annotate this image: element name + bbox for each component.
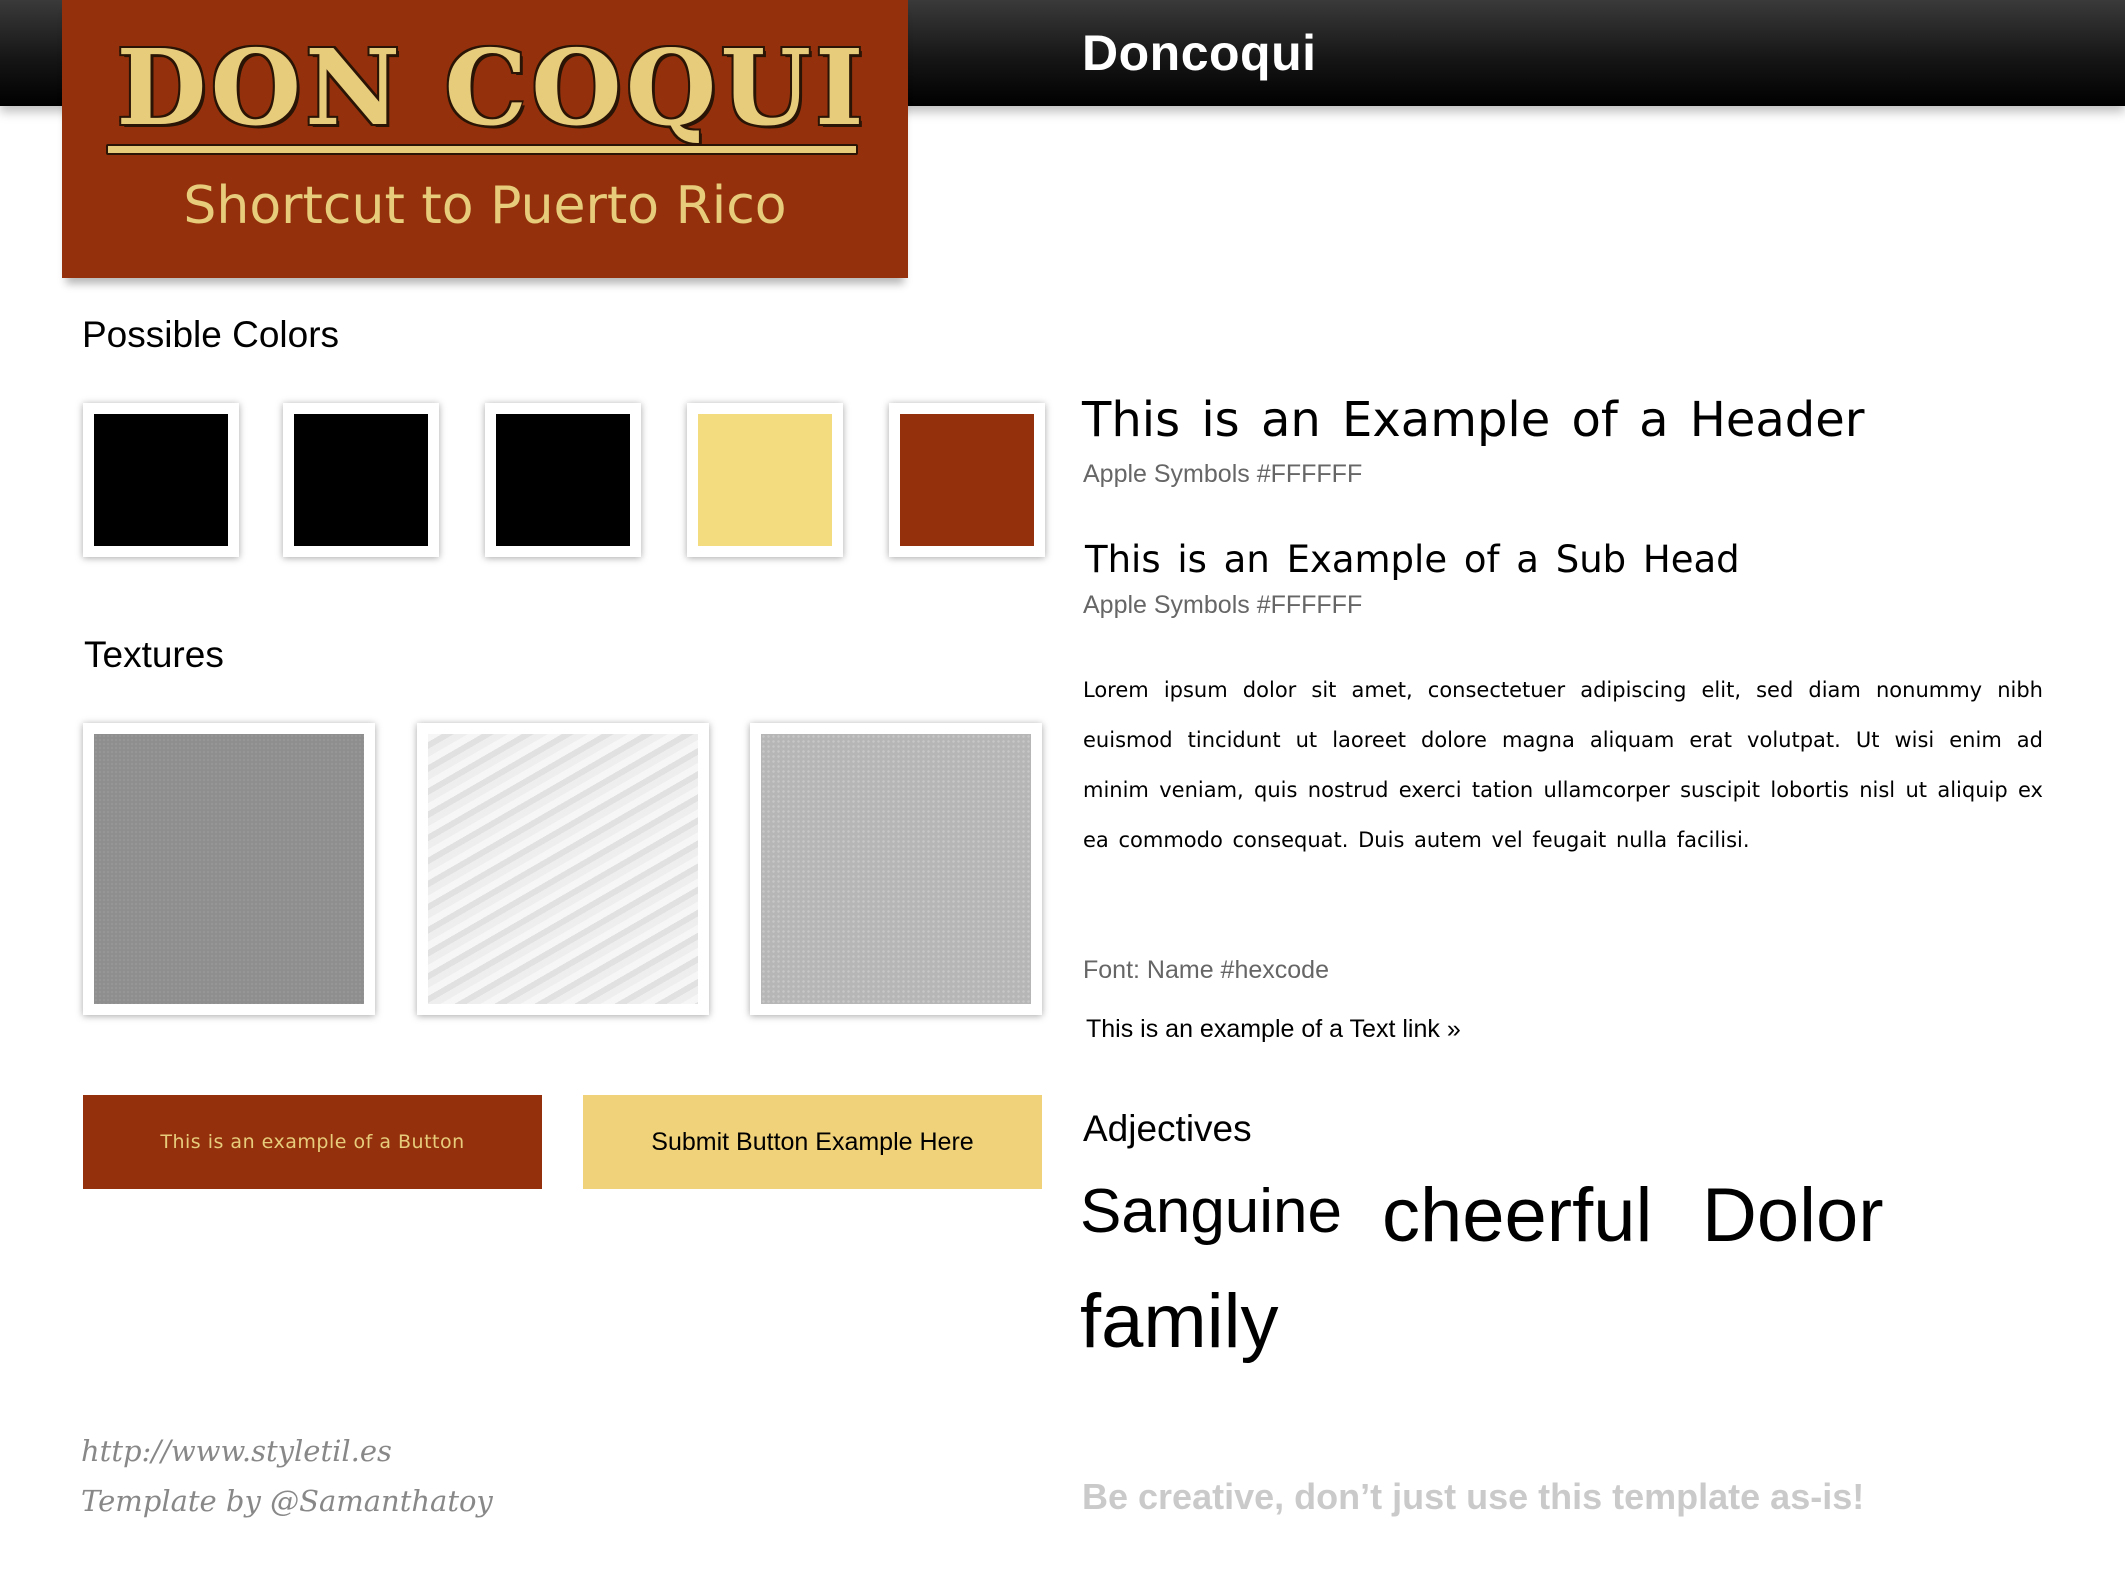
color-swatch: [889, 403, 1045, 557]
light-gray-grain-texture: [761, 734, 1031, 1004]
logo-tagline: Shortcut to Puerto Rico: [183, 176, 787, 236]
text-link-example[interactable]: This is an example of a Text link »: [1086, 1015, 1461, 1044]
light-wave-texture: [428, 734, 698, 1004]
color-swatch: [485, 403, 641, 557]
adjectives-heading: Adjectives: [1083, 1108, 1252, 1149]
color-swatch: [283, 403, 439, 557]
page-title: Doncoqui: [1082, 25, 1317, 81]
submit-button[interactable]: Submit Button Example Here: [583, 1095, 1042, 1189]
logo-divider: [106, 144, 858, 155]
template-credit: Template by @Samanthatoy: [81, 1484, 493, 1518]
subhead-example: This is an Example of a Sub Head: [1085, 538, 1740, 581]
header-example: This is an Example of a Header: [1082, 392, 1865, 448]
styletiles-url[interactable]: http://www.styletil.es: [81, 1434, 392, 1468]
adjective-word: Dolor: [1702, 1173, 1884, 1258]
textures-heading: Textures: [84, 634, 224, 675]
colors-heading: Possible Colors: [82, 314, 340, 355]
color-swatch: [83, 403, 239, 557]
logo: Don Coqui Shortcut to Puerto Rico: [62, 0, 908, 278]
header-font-note: Apple Symbols #FFFFFF: [1083, 460, 1363, 488]
color-swatch-fill: [900, 414, 1034, 546]
texture-tile: [750, 723, 1042, 1015]
font-note: Font: Name #hexcode: [1083, 956, 1329, 984]
adjective-word: cheerful: [1382, 1173, 1653, 1258]
color-swatch: [687, 403, 843, 557]
adjective-word: Sanguine: [1080, 1177, 1343, 1246]
texture-tile: [417, 723, 709, 1015]
color-swatch-fill: [496, 414, 630, 546]
logo-name: Don Coqui: [116, 26, 868, 149]
creative-note: Be creative, don’t just use this templat…: [1082, 1476, 1865, 1517]
adjective-word: family: [1080, 1279, 1279, 1364]
color-swatch-fill: [94, 414, 228, 546]
color-swatch-fill: [294, 414, 428, 546]
body-text-example: Lorem ipsum dolor sit amet, consectetuer…: [1083, 678, 2043, 852]
texture-tile: [83, 723, 375, 1015]
subhead-font-note: Apple Symbols #FFFFFF: [1083, 591, 1363, 619]
color-swatch-fill: [698, 414, 832, 546]
example-button[interactable]: This is an example of a Button: [83, 1095, 542, 1189]
gray-noise-texture: [94, 734, 364, 1004]
